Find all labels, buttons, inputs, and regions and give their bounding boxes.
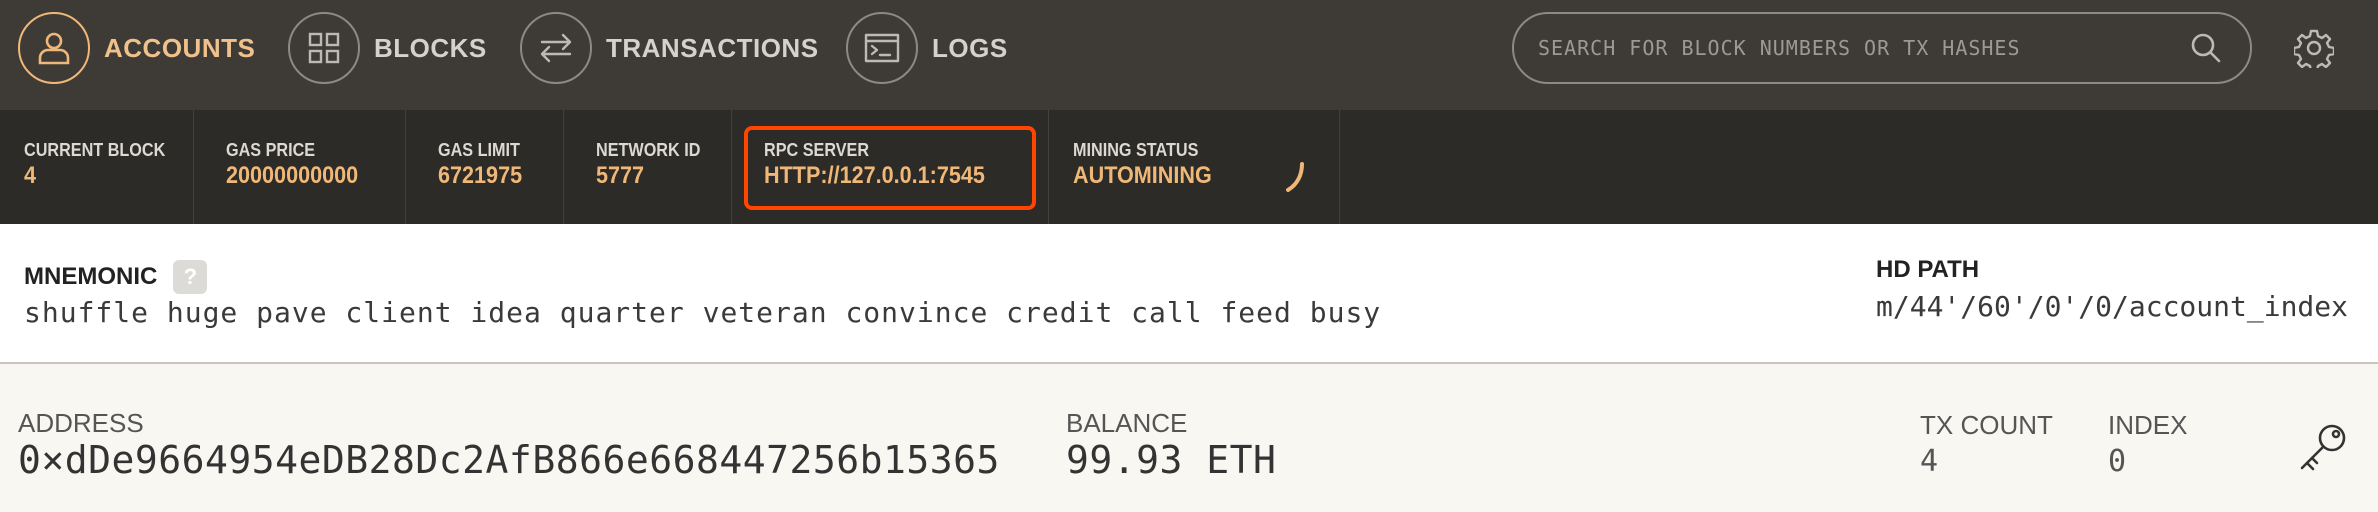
- nav-logs[interactable]: LOGS: [846, 12, 1008, 84]
- current-block-label: CURRENT BLOCK: [24, 140, 166, 160]
- gas-price-label: GAS PRICE: [226, 140, 316, 160]
- gas-limit-stat: GAS LIMIT 6721975: [414, 110, 564, 224]
- terminal-icon: [846, 12, 918, 84]
- help-button[interactable]: ?: [173, 260, 208, 294]
- tx-count-value: 4: [1920, 444, 1939, 479]
- search-icon[interactable]: [2186, 28, 2226, 68]
- balance-value: 99.93 ETH: [1066, 438, 1277, 482]
- top-navigation: ACCOUNTS BLOCKS TRANSACTIONS LOGS SEARCH…: [0, 0, 2378, 110]
- nav-accounts[interactable]: ACCOUNTS: [18, 12, 255, 84]
- search-bar: [1512, 12, 2252, 84]
- network-id-stat: NETWORK ID 5777: [572, 110, 732, 224]
- key-icon[interactable]: [2294, 420, 2350, 476]
- network-id-value: 5777: [596, 162, 645, 189]
- address-value: 0×dDe9664954eDB28Dc2AfB866e668447256b153…: [18, 438, 1000, 482]
- gas-limit-value: 6721975: [438, 162, 523, 189]
- nav-accounts-label: ACCOUNTS: [104, 32, 256, 63]
- hd-path-value: m/44'/60'/0'/0/account_index: [1876, 290, 2349, 323]
- gas-price-value: 20000000000: [226, 162, 359, 189]
- user-icon: [18, 12, 90, 84]
- mnemonic-header: MNEMONIC ?: [24, 260, 208, 294]
- address-label: ADDRESS: [18, 408, 144, 438]
- rpc-server-stat[interactable]: RPC SERVER HTTP://127.0.0.1:7545: [744, 126, 1036, 210]
- hd-path-title: HD PATH: [1876, 256, 1980, 283]
- account-row: ADDRESS 0×dDe9664954eDB28Dc2AfB866e66844…: [0, 366, 2378, 512]
- index-value: 0: [2108, 444, 2127, 479]
- current-block-value: 4: [24, 162, 37, 189]
- status-bar: CURRENT BLOCK 4 GAS PRICE 20000000000 GA…: [0, 110, 2378, 224]
- nav-blocks-label: BLOCKS: [374, 32, 487, 63]
- balance-label: BALANCE: [1066, 408, 1188, 438]
- gas-limit-label: GAS LIMIT: [438, 140, 520, 160]
- rpc-server-value: HTTP://127.0.0.1:7545: [764, 162, 985, 189]
- nav-blocks[interactable]: BLOCKS: [288, 12, 487, 84]
- rpc-server-label: RPC SERVER: [764, 140, 870, 160]
- mining-status-label: MINING STATUS: [1073, 140, 1199, 160]
- mnemonic-words: shuffle huge pave client idea quarter ve…: [24, 296, 1382, 329]
- gear-icon[interactable]: [2292, 26, 2336, 70]
- search-input[interactable]: [1538, 36, 2186, 60]
- index-label: INDEX: [2108, 410, 2188, 440]
- mining-spinner-icon: [1286, 162, 1304, 192]
- network-id-label: NETWORK ID: [596, 140, 701, 160]
- nav-transactions[interactable]: TRANSACTIONS: [520, 12, 819, 84]
- blocks-grid-icon: [288, 12, 360, 84]
- nav-logs-label: LOGS: [932, 32, 1008, 63]
- swap-arrows-icon: [520, 12, 592, 84]
- mining-status-value: AUTOMINING: [1073, 162, 1212, 189]
- nav-transactions-label: TRANSACTIONS: [606, 32, 819, 63]
- mnemonic-section: MNEMONIC ? shuffle huge pave client idea…: [0, 224, 2378, 364]
- current-block-stat: CURRENT BLOCK 4: [0, 110, 194, 224]
- tx-count-label: TX COUNT: [1920, 410, 2053, 440]
- gas-price-stat: GAS PRICE 20000000000: [202, 110, 406, 224]
- mnemonic-title: MNEMONIC: [24, 263, 158, 290]
